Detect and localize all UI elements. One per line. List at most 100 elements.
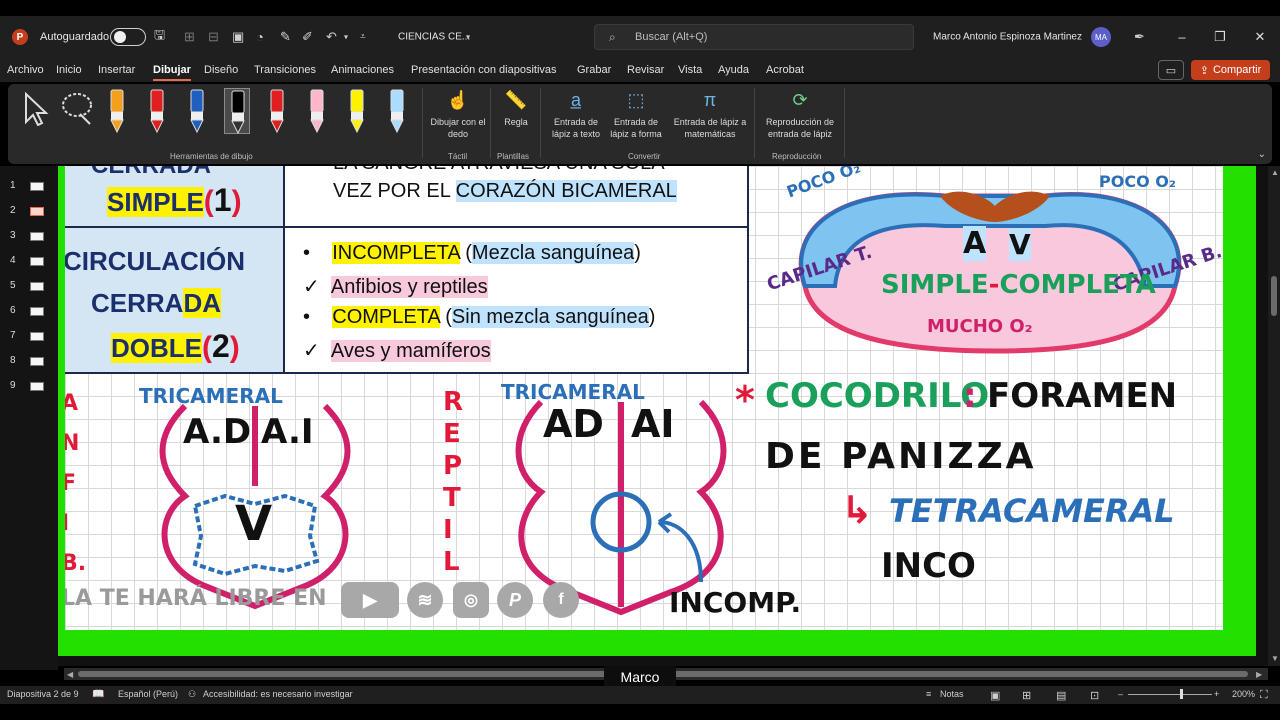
tab-revisar[interactable]: Revisar — [627, 64, 664, 76]
tab-ayuda[interactable]: Ayuda — [718, 64, 749, 76]
zoom-level[interactable]: 200% — [1232, 689, 1255, 699]
ink-to-math-button[interactable]: π Entrada de lápiz a matemáticas — [670, 88, 750, 140]
thumbnail-6[interactable]: 6 — [0, 303, 58, 321]
fit-to-window-icon[interactable]: ⛶ — [1260, 689, 1268, 702]
pen-2-icon[interactable] — [144, 88, 170, 134]
close-icon[interactable]: ✕ — [1250, 29, 1270, 45]
thumbnail-9[interactable]: 9 — [0, 378, 58, 396]
pen-7-icon[interactable] — [344, 88, 370, 134]
customize-toolbar-icon[interactable]: ⩡ — [360, 32, 366, 43]
shapes-icon[interactable]: ◔ — [256, 30, 264, 45]
normal-view-icon[interactable]: ▣ — [990, 689, 1000, 702]
separator — [422, 88, 423, 158]
spellcheck-icon[interactable]: 📖 — [92, 689, 104, 700]
minimize-icon[interactable]: – — [1172, 30, 1192, 45]
edit-icon[interactable]: ✎ — [280, 29, 291, 45]
pinterest-icon[interactable]: P — [497, 582, 533, 618]
slide-canvas[interactable]: CERRADA SIMPLE(1) LA SANGRE ATRAVIESA UN… — [58, 166, 1256, 656]
tab-vista[interactable]: Vista — [678, 64, 702, 76]
zoom-out-icon[interactable]: – — [1118, 689, 1123, 699]
user-name[interactable]: Marco Antonio Espinoza Martinez — [933, 32, 1082, 43]
thumbnail-8[interactable]: 8 — [0, 353, 58, 371]
check-1-text: Anfibios y reptiles — [330, 276, 488, 298]
autosave-label: Autoguardado — [40, 31, 110, 43]
thumbnail-4[interactable]: 4 — [0, 253, 58, 271]
tab-transiciones[interactable]: Transiciones — [254, 64, 316, 76]
zoom-slider-track[interactable] — [1128, 694, 1212, 695]
tab-presentacion[interactable]: Presentación con diapositivas — [411, 64, 557, 76]
search-box[interactable]: ⌕ — [594, 24, 914, 50]
draw-with-finger-button[interactable]: ☝ Dibujar con el dedo — [428, 88, 488, 140]
scroll-down-icon[interactable]: ▼ — [1271, 654, 1279, 663]
tab-archivo[interactable]: Archivo — [7, 64, 44, 76]
vertical-scroll-thumb[interactable] — [1271, 276, 1277, 316]
scroll-left-icon[interactable]: ◀ — [67, 670, 73, 679]
pen-icon[interactable]: ✐ — [302, 29, 313, 45]
finger-draw-icon: ☝ — [446, 90, 470, 110]
pen-3-icon[interactable] — [184, 88, 210, 134]
text-box-icon[interactable]: ▣ — [232, 29, 244, 45]
slide-sorter-icon[interactable]: ⊞ — [1022, 689, 1031, 702]
pen-6-icon[interactable] — [304, 88, 330, 134]
select-arrow-icon[interactable] — [22, 92, 50, 126]
share-label: Compartir — [1212, 64, 1262, 76]
instagram-icon[interactable]: ◎ — [453, 582, 489, 618]
ink-replay-button[interactable]: ⟳ Reproducción de entrada de lápiz — [760, 88, 840, 140]
tab-diseno[interactable]: Diseño — [204, 64, 238, 76]
tab-acrobat[interactable]: Acrobat — [766, 64, 804, 76]
thumbnail-3[interactable]: 3 — [0, 228, 58, 246]
thumbnail-5[interactable]: 5 — [0, 278, 58, 296]
tab-inicio[interactable]: Inicio — [56, 64, 82, 76]
share-button[interactable]: ⇪ Compartir — [1191, 60, 1270, 80]
spotify-icon[interactable]: ≋ — [407, 582, 443, 618]
tab-dibujar[interactable]: Dibujar — [153, 64, 191, 81]
save-icon[interactable]: 🖫 — [154, 26, 165, 48]
note-asterisk: * — [735, 378, 755, 422]
label-cerrada-partial: CERRADA — [91, 166, 211, 180]
thumbnail-preview — [30, 207, 44, 216]
thumbnail-2[interactable]: 2 — [0, 203, 58, 221]
thumbnail-7[interactable]: 7 — [0, 328, 58, 346]
chevron-down-icon[interactable]: ▾ — [466, 33, 470, 42]
thumbnail-1[interactable]: 1 — [0, 178, 58, 196]
autosave-toggle[interactable] — [110, 28, 146, 46]
undo-dropdown-icon[interactable]: ▾ — [344, 33, 348, 42]
undo-icon[interactable]: ↶ — [326, 29, 337, 45]
slide-editor[interactable]: CERRADA SIMPLE(1) LA SANGRE ATRAVIESA UN… — [58, 166, 1268, 666]
zoom-slider-thumb[interactable] — [1180, 689, 1183, 699]
scroll-up-icon[interactable]: ▲ — [1271, 168, 1279, 177]
tab-grabar[interactable]: Grabar — [577, 64, 611, 76]
slideshow-icon[interactable]: ⊡ — [1090, 689, 1099, 702]
ungroup-icon[interactable]: ⊟ — [208, 29, 219, 45]
group-icon[interactable]: ⊞ — [184, 29, 195, 45]
notes-icon[interactable]: ≡ — [926, 689, 931, 699]
pen-5-icon[interactable] — [264, 88, 290, 134]
pen-designer-icon[interactable]: ✒ — [1134, 29, 1145, 45]
collapse-ribbon-icon[interactable]: ⌄ — [1258, 149, 1266, 160]
tab-insertar[interactable]: Insertar — [98, 64, 135, 76]
ink-to-text-button[interactable]: a̲ Entrada de lápiz a texto — [546, 88, 606, 140]
comments-button[interactable]: ▭ — [1158, 60, 1184, 80]
search-input[interactable] — [635, 29, 895, 45]
pen-4-icon[interactable] — [224, 88, 250, 135]
facebook-icon[interactable]: f — [543, 582, 579, 618]
slide-counter[interactable]: Diapositiva 2 de 9 — [7, 689, 79, 699]
scroll-right-icon[interactable]: ▶ — [1256, 670, 1262, 679]
zoom-in-icon[interactable]: + — [1214, 689, 1219, 699]
accessibility-icon[interactable]: ⚇ — [188, 689, 196, 700]
restore-icon[interactable]: ❐ — [1210, 29, 1230, 45]
notes-button[interactable]: Notas — [940, 689, 964, 699]
vertical-scrollbar[interactable]: ▲ ▼ — [1268, 166, 1280, 666]
youtube-icon[interactable]: ▶ — [341, 582, 399, 618]
language-status[interactable]: Español (Perú) — [118, 689, 178, 699]
avatar[interactable]: MA — [1091, 27, 1111, 47]
ruler-button[interactable]: 📏 Regla — [496, 88, 536, 128]
document-title[interactable]: CIENCIAS CE... — [398, 32, 470, 43]
reading-view-icon[interactable]: ▤ — [1056, 689, 1066, 702]
pen-8-icon[interactable] — [384, 88, 410, 134]
accessibility-status[interactable]: Accesibilidad: es necesario investigar — [203, 689, 353, 699]
tab-animaciones[interactable]: Animaciones — [331, 64, 394, 76]
lasso-select-icon[interactable] — [60, 90, 98, 126]
pen-1-icon[interactable] — [104, 88, 130, 134]
ink-to-shape-button[interactable]: ⬚ Entrada de lápiz a forma — [606, 88, 666, 140]
